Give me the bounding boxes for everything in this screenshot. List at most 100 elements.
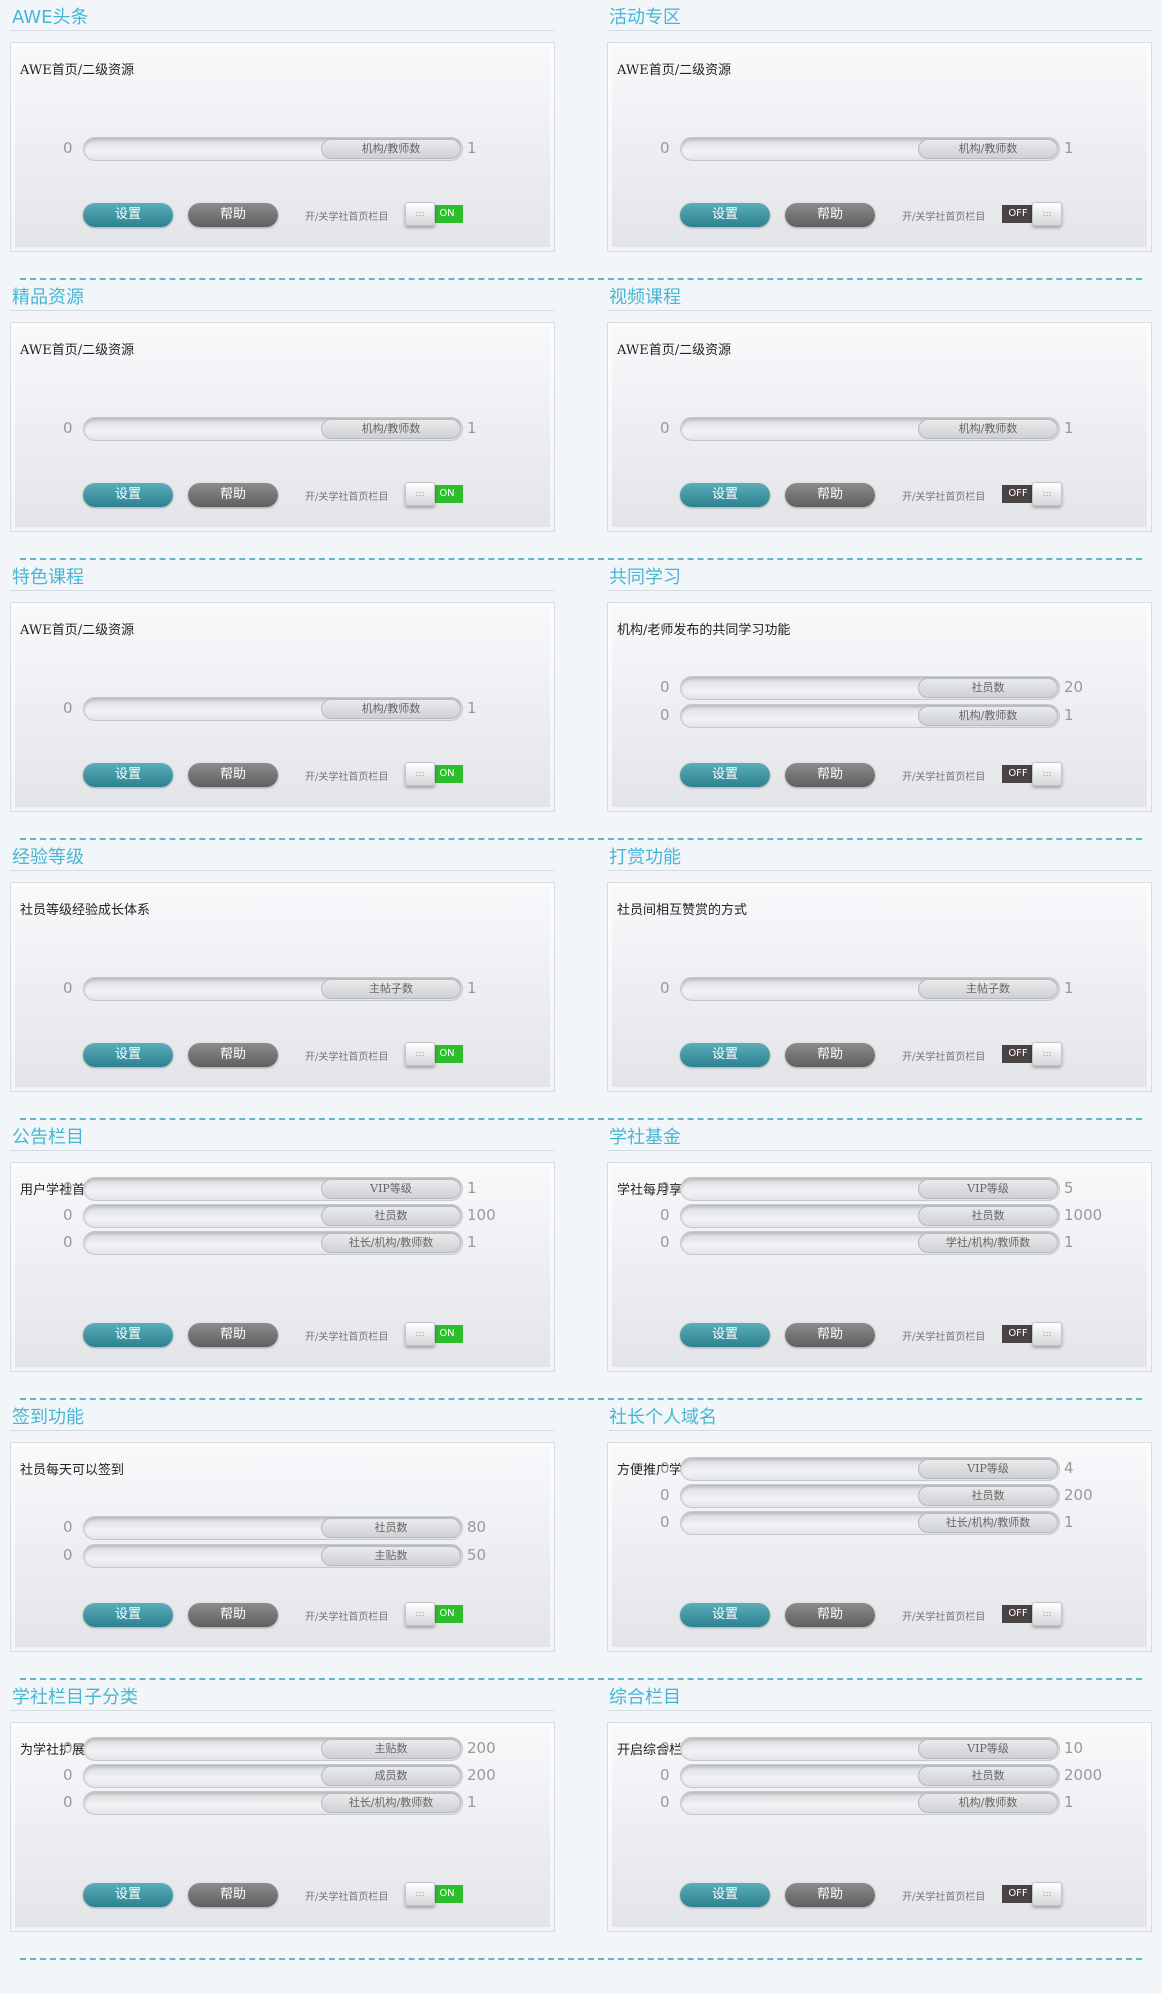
help-button[interactable]: 帮助 bbox=[785, 483, 875, 507]
slider-track[interactable]: 机构/教师数 bbox=[680, 137, 1060, 161]
help-button[interactable]: 帮助 bbox=[785, 203, 875, 227]
help-button[interactable]: 帮助 bbox=[188, 1323, 278, 1347]
toggle-knob-grip-icon[interactable]: ::: bbox=[405, 1602, 435, 1626]
settings-button[interactable]: 设置 bbox=[680, 1603, 770, 1627]
help-button[interactable]: 帮助 bbox=[188, 1043, 278, 1067]
homepage-toggle-switch[interactable]: ON::: bbox=[405, 482, 467, 506]
settings-button[interactable]: 设置 bbox=[83, 203, 173, 227]
slider-thumb[interactable]: 机构/教师数 bbox=[918, 1793, 1058, 1813]
help-button[interactable]: 帮助 bbox=[188, 1603, 278, 1627]
help-button[interactable]: 帮助 bbox=[785, 1883, 875, 1907]
help-button[interactable]: 帮助 bbox=[785, 1603, 875, 1627]
slider-track[interactable]: 成员数 bbox=[83, 1764, 463, 1788]
homepage-toggle-switch[interactable]: OFF::: bbox=[1002, 482, 1064, 506]
help-button[interactable]: 帮助 bbox=[188, 763, 278, 787]
homepage-toggle-switch[interactable]: ON::: bbox=[405, 762, 467, 786]
homepage-toggle-switch[interactable]: ON::: bbox=[405, 1042, 467, 1066]
toggle-knob-grip-icon[interactable]: ::: bbox=[1032, 762, 1062, 786]
slider-thumb[interactable]: 机构/教师数 bbox=[321, 139, 461, 159]
slider-thumb[interactable]: 学社/机构/教师数 bbox=[918, 1233, 1058, 1253]
help-button[interactable]: 帮助 bbox=[188, 1883, 278, 1907]
toggle-knob-grip-icon[interactable]: ::: bbox=[405, 1322, 435, 1346]
slider-thumb[interactable]: VIP等级 bbox=[918, 1179, 1058, 1199]
settings-button[interactable]: 设置 bbox=[83, 763, 173, 787]
slider-thumb[interactable]: 主帖子数 bbox=[321, 979, 461, 999]
slider-thumb[interactable]: VIP等级 bbox=[918, 1459, 1058, 1479]
slider-thumb[interactable]: 社员数 bbox=[918, 1206, 1058, 1226]
settings-button[interactable]: 设置 bbox=[83, 1883, 173, 1907]
help-button[interactable]: 帮助 bbox=[785, 1043, 875, 1067]
toggle-knob-grip-icon[interactable]: ::: bbox=[1032, 202, 1062, 226]
slider-track[interactable]: 社员数 bbox=[680, 676, 1060, 700]
toggle-knob-grip-icon[interactable]: ::: bbox=[1032, 1322, 1062, 1346]
slider-thumb[interactable]: VIP等级 bbox=[918, 1739, 1058, 1759]
homepage-toggle-switch[interactable]: OFF::: bbox=[1002, 762, 1064, 786]
slider-thumb[interactable]: 主贴数 bbox=[321, 1546, 461, 1566]
homepage-toggle-switch[interactable]: ON::: bbox=[405, 1882, 467, 1906]
slider-thumb[interactable]: 机构/教师数 bbox=[321, 699, 461, 719]
slider-track[interactable]: 机构/教师数 bbox=[680, 417, 1060, 441]
homepage-toggle-switch[interactable]: ON::: bbox=[405, 1322, 467, 1346]
slider-thumb[interactable]: 社员数 bbox=[918, 678, 1058, 698]
slider-track[interactable]: VIP等级 bbox=[83, 1177, 463, 1201]
toggle-knob-grip-icon[interactable]: ::: bbox=[1032, 482, 1062, 506]
toggle-knob-grip-icon[interactable]: ::: bbox=[1032, 1042, 1062, 1066]
slider-track[interactable]: VIP等级 bbox=[680, 1457, 1060, 1481]
slider-thumb[interactable]: 社员数 bbox=[918, 1766, 1058, 1786]
slider-thumb[interactable]: VIP等级 bbox=[321, 1179, 461, 1199]
homepage-toggle-switch[interactable]: OFF::: bbox=[1002, 1602, 1064, 1626]
toggle-knob-grip-icon[interactable]: ::: bbox=[405, 762, 435, 786]
slider-track[interactable]: 主贴数 bbox=[83, 1737, 463, 1761]
toggle-knob-grip-icon[interactable]: ::: bbox=[405, 202, 435, 226]
slider-track[interactable]: 机构/教师数 bbox=[83, 417, 463, 441]
slider-thumb[interactable]: 社长/机构/教师数 bbox=[918, 1513, 1058, 1533]
settings-button[interactable]: 设置 bbox=[83, 483, 173, 507]
toggle-knob-grip-icon[interactable]: ::: bbox=[405, 482, 435, 506]
help-button[interactable]: 帮助 bbox=[785, 1323, 875, 1347]
settings-button[interactable]: 设置 bbox=[680, 1883, 770, 1907]
settings-button[interactable]: 设置 bbox=[83, 1323, 173, 1347]
slider-track[interactable]: 社长/机构/教师数 bbox=[83, 1231, 463, 1255]
slider-thumb[interactable]: 社长/机构/教师数 bbox=[321, 1233, 461, 1253]
help-button[interactable]: 帮助 bbox=[188, 203, 278, 227]
slider-thumb[interactable]: 社员数 bbox=[321, 1206, 461, 1226]
homepage-toggle-switch[interactable]: OFF::: bbox=[1002, 1882, 1064, 1906]
slider-track[interactable]: 机构/教师数 bbox=[680, 1791, 1060, 1815]
homepage-toggle-switch[interactable]: ON::: bbox=[405, 202, 467, 226]
slider-thumb[interactable]: 主帖子数 bbox=[918, 979, 1058, 999]
slider-track[interactable]: 学社/机构/教师数 bbox=[680, 1231, 1060, 1255]
settings-button[interactable]: 设置 bbox=[83, 1043, 173, 1067]
settings-button[interactable]: 设置 bbox=[680, 483, 770, 507]
slider-track[interactable]: 社员数 bbox=[680, 1764, 1060, 1788]
slider-thumb[interactable]: 主贴数 bbox=[321, 1739, 461, 1759]
slider-track[interactable]: 机构/教师数 bbox=[83, 137, 463, 161]
toggle-knob-grip-icon[interactable]: ::: bbox=[405, 1882, 435, 1906]
slider-track[interactable]: 主帖子数 bbox=[680, 977, 1060, 1001]
toggle-knob-grip-icon[interactable]: ::: bbox=[1032, 1882, 1062, 1906]
slider-track[interactable]: 机构/教师数 bbox=[680, 704, 1060, 728]
slider-track[interactable]: 社员数 bbox=[83, 1516, 463, 1540]
toggle-knob-grip-icon[interactable]: ::: bbox=[1032, 1602, 1062, 1626]
slider-track[interactable]: 社员数 bbox=[680, 1204, 1060, 1228]
homepage-toggle-switch[interactable]: OFF::: bbox=[1002, 202, 1064, 226]
homepage-toggle-switch[interactable]: ON::: bbox=[405, 1602, 467, 1626]
homepage-toggle-switch[interactable]: OFF::: bbox=[1002, 1042, 1064, 1066]
slider-track[interactable]: 社员数 bbox=[83, 1204, 463, 1228]
slider-thumb[interactable]: 机构/教师数 bbox=[918, 419, 1058, 439]
settings-button[interactable]: 设置 bbox=[680, 1043, 770, 1067]
toggle-knob-grip-icon[interactable]: ::: bbox=[405, 1042, 435, 1066]
help-button[interactable]: 帮助 bbox=[188, 483, 278, 507]
slider-thumb[interactable]: 社员数 bbox=[321, 1518, 461, 1538]
help-button[interactable]: 帮助 bbox=[785, 763, 875, 787]
slider-thumb[interactable]: 机构/教师数 bbox=[918, 706, 1058, 726]
settings-button[interactable]: 设置 bbox=[680, 1323, 770, 1347]
slider-track[interactable]: 社长/机构/教师数 bbox=[83, 1791, 463, 1815]
settings-button[interactable]: 设置 bbox=[680, 203, 770, 227]
slider-track[interactable]: 机构/教师数 bbox=[83, 697, 463, 721]
slider-track[interactable]: 主贴数 bbox=[83, 1544, 463, 1568]
slider-thumb[interactable]: 社员数 bbox=[918, 1486, 1058, 1506]
homepage-toggle-switch[interactable]: OFF::: bbox=[1002, 1322, 1064, 1346]
slider-track[interactable]: VIP等级 bbox=[680, 1177, 1060, 1201]
slider-thumb[interactable]: 社长/机构/教师数 bbox=[321, 1793, 461, 1813]
settings-button[interactable]: 设置 bbox=[83, 1603, 173, 1627]
